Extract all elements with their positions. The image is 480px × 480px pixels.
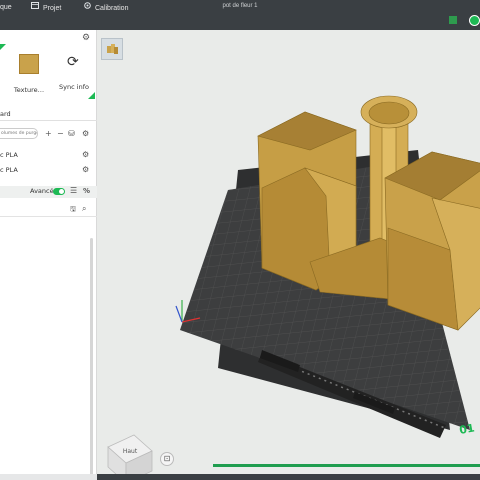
scene-canvas[interactable]: 01 (98, 30, 480, 480)
view-cube-label: Haut (123, 448, 138, 455)
corner-marker (88, 92, 95, 99)
document-title: pot de fleur 1 (222, 3, 258, 9)
plate-type-value: ard (0, 110, 11, 118)
texture-card[interactable]: Texture… (10, 42, 48, 117)
green-square-icon[interactable] (449, 16, 457, 24)
zoom-fit-icon[interactable]: ⊡ (160, 452, 174, 466)
plate-number: 01 (458, 421, 475, 436)
texture-swatch (19, 54, 39, 74)
filament-settings-icon[interactable]: ⚙ (82, 165, 89, 174)
process-bar: Avancé ☰ % (0, 186, 97, 198)
3d-viewport[interactable]: 01 Haut ⊡ (98, 30, 480, 480)
corner-marker (0, 44, 6, 50)
account-avatar[interactable] (469, 15, 480, 26)
percent-icon[interactable]: % (83, 187, 90, 195)
sync-icon: ⟳ (67, 54, 79, 70)
left-panel: ⚙ Texture… ⟳ Sync info ard olumes de pur… (0, 30, 97, 480)
filament-label: c PLA (0, 166, 18, 174)
tab-calibration-label: Calibration (95, 4, 129, 12)
object-list-button[interactable] (101, 38, 123, 60)
save-icon[interactable]: 🖫 (70, 205, 76, 216)
filament-row[interactable]: c PLA ⚙ (0, 165, 97, 177)
panel-scrollbar[interactable] (90, 238, 93, 480)
settings-search-row[interactable]: 🖫 ⌕ (0, 203, 97, 217)
filament-settings-icon[interactable]: ⚙ (82, 128, 89, 139)
bottom-panel-edge (0, 474, 97, 480)
tab-prepare-label: que (0, 4, 12, 11)
texture-label: Texture… (13, 86, 45, 94)
advanced-label: Avancé (30, 187, 54, 195)
list-icon[interactable]: ☰ (70, 186, 77, 195)
app-window: que Projet Calibration pot de fleur 1 ⚙ … (0, 0, 480, 480)
tab-project-label: Projet (43, 4, 62, 12)
search-icon[interactable]: ⌕ (82, 204, 86, 214)
title-bar: que Projet Calibration pot de fleur 1 (0, 0, 480, 30)
filament-sync-icon[interactable]: ⛁ (68, 128, 75, 139)
purge-volumes-button[interactable]: olumes de purge (0, 128, 38, 139)
slice-progress-bar (213, 464, 480, 467)
remove-filament-icon[interactable]: − (57, 128, 64, 139)
filament-row[interactable]: c PLA ⚙ (0, 150, 97, 162)
plate-type-row[interactable]: ard (0, 109, 97, 121)
tab-calibration[interactable]: Calibration (84, 0, 128, 16)
object-icon (107, 44, 118, 54)
filament-settings-icon[interactable]: ⚙ (82, 150, 89, 159)
add-filament-icon[interactable]: + (45, 128, 52, 139)
tab-prepare[interactable]: que (0, 0, 20, 16)
project-icon (31, 0, 39, 16)
tab-project[interactable]: Projet (31, 0, 61, 16)
view-cube[interactable]: Haut (106, 425, 154, 480)
calibration-icon (84, 0, 91, 16)
filament-label: c PLA (0, 151, 18, 159)
sync-info-label: Sync info (59, 83, 89, 91)
advanced-toggle[interactable] (53, 188, 65, 195)
filament-toolbar: olumes de purge + − ⛁ ⚙ (0, 128, 97, 140)
